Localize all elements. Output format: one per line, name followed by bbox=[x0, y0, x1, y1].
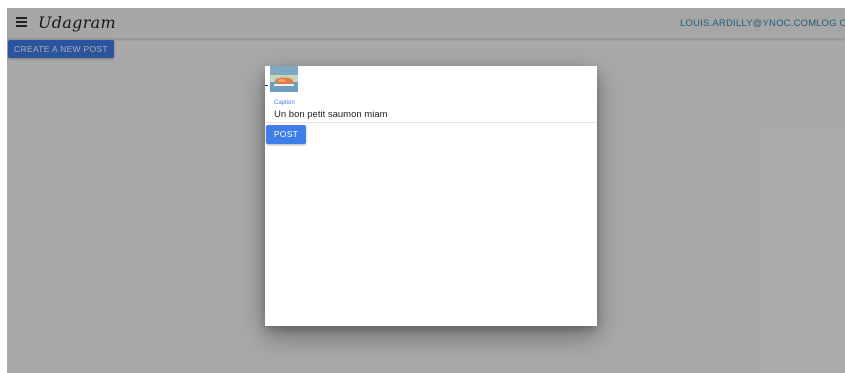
image-preview bbox=[270, 66, 298, 92]
photo-thumbnail-icon bbox=[270, 66, 298, 92]
post-button[interactable]: POST bbox=[266, 125, 306, 144]
caption-underline bbox=[265, 122, 597, 123]
caption-label: Caption bbox=[274, 100, 295, 106]
divider-mark bbox=[265, 85, 268, 86]
new-post-dialog: Caption POST bbox=[265, 66, 597, 326]
caption-input[interactable] bbox=[274, 107, 584, 121]
app-window: Udagram LOUIS.ARDILLY@YNOC.COM LOG OUT C… bbox=[7, 8, 845, 373]
